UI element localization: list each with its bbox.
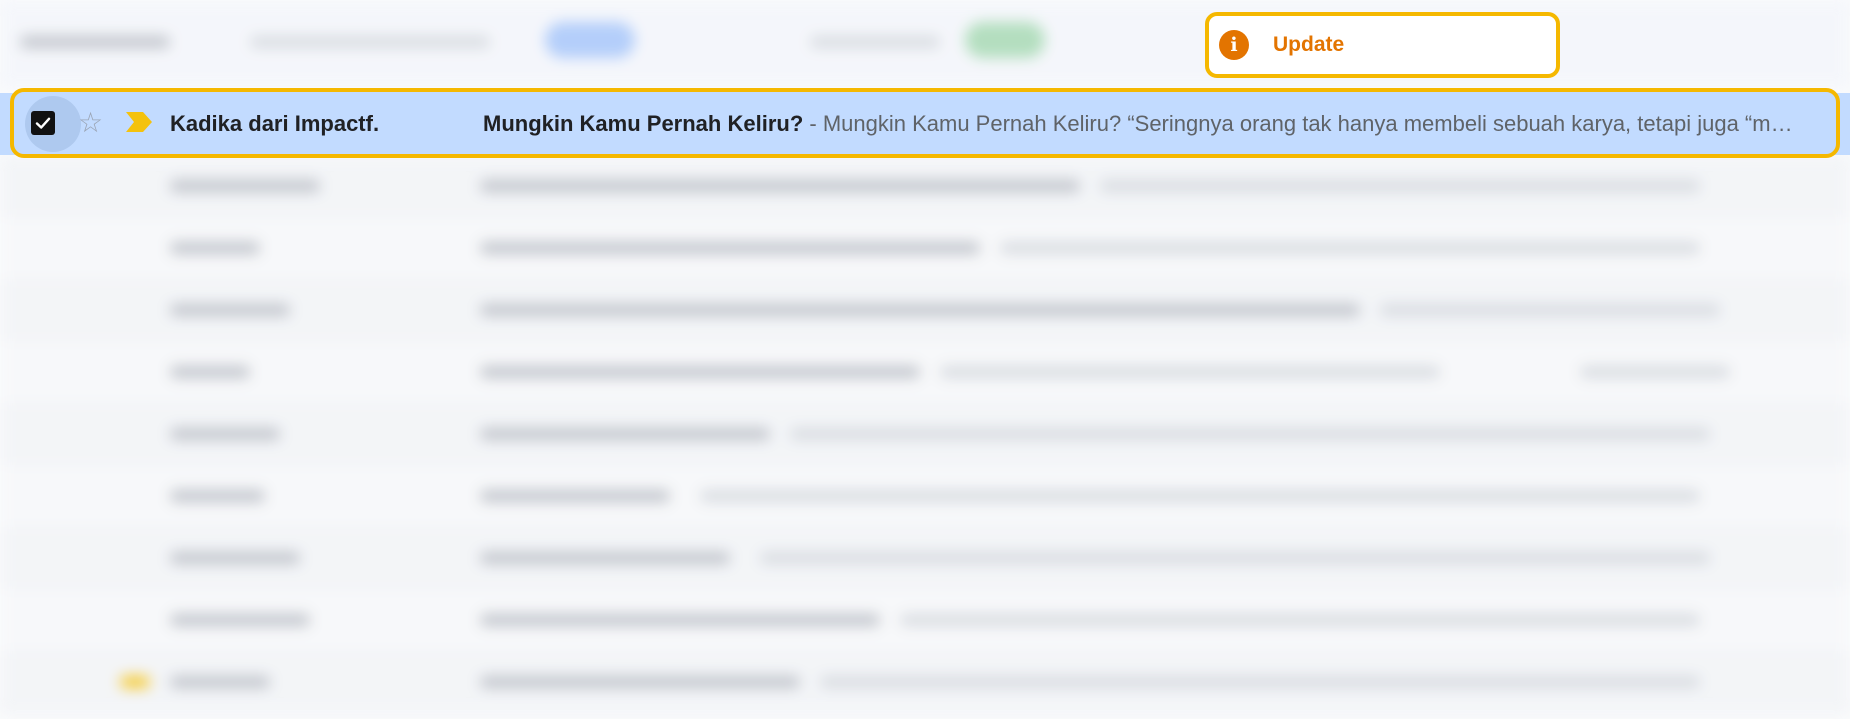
email-snippet: Mungkin Kamu Pernah Keliru? “Seringnya o… xyxy=(822,111,1803,136)
email-subject: Mungkin Kamu Pernah Keliru? xyxy=(483,111,804,136)
email-subject-line: Mungkin Kamu Pernah Keliru? - Mungkin Ka… xyxy=(483,111,1803,137)
update-button[interactable]: i Update xyxy=(1205,12,1560,78)
subject-separator: - xyxy=(803,111,823,136)
checkmark-icon xyxy=(35,117,51,129)
importance-marker-icon[interactable] xyxy=(126,112,152,137)
blurred-toolbar xyxy=(0,0,1850,88)
email-row-selected[interactable]: ☆ Kadika dari Impactf. Mungkin Kamu Pern… xyxy=(10,88,1840,158)
email-sender: Kadika dari Impactf. xyxy=(170,111,380,136)
gmail-inbox: i Update ☆ Kadika dari Impactf. Mungkin … xyxy=(0,0,1850,719)
star-icon[interactable]: ☆ xyxy=(78,106,103,140)
info-icon: i xyxy=(1219,30,1249,60)
select-checkbox[interactable] xyxy=(31,111,55,135)
update-label: Update xyxy=(1273,33,1345,56)
